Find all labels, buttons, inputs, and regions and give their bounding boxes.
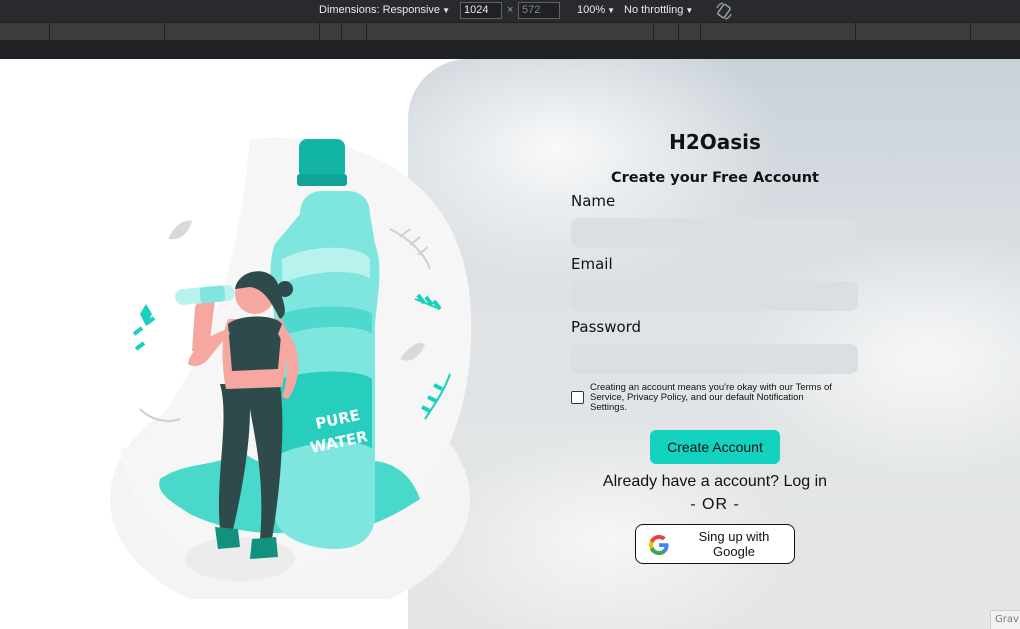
width-input[interactable]: 1024 bbox=[460, 2, 502, 19]
form-subtitle: Create your Free Account bbox=[611, 170, 819, 186]
name-label: Name bbox=[571, 192, 616, 210]
create-account-button[interactable]: Create Account bbox=[650, 430, 780, 464]
terms-checkbox[interactable] bbox=[571, 391, 584, 404]
zoom-dropdown[interactable]: 100% ▼ bbox=[577, 4, 615, 16]
dimensions-dropdown[interactable]: Dimensions: Responsive ▼ bbox=[319, 4, 450, 16]
brand-title: H2Oasis bbox=[669, 130, 761, 154]
google-button-label: Sing up with Google bbox=[698, 529, 770, 559]
page-viewport: PURE WATER H2Oasis Create your Free Acco… bbox=[0, 59, 1020, 629]
rotate-icon[interactable] bbox=[714, 1, 734, 21]
email-label: Email bbox=[571, 255, 613, 273]
password-label: Password bbox=[571, 318, 642, 336]
corner-badge: Grav bbox=[990, 610, 1020, 629]
devtools-spacer bbox=[0, 40, 1020, 59]
media-query-ruler bbox=[0, 22, 1020, 41]
chevron-down-icon: ▼ bbox=[442, 6, 450, 15]
google-icon bbox=[649, 535, 669, 555]
zoom-label: 100% bbox=[577, 4, 606, 16]
login-link[interactable]: Already have a account? Log in bbox=[560, 473, 870, 491]
chevron-down-icon: ▼ bbox=[607, 6, 616, 15]
throttling-dropdown[interactable]: No throttling ▼ bbox=[624, 4, 693, 16]
password-field[interactable] bbox=[571, 344, 858, 374]
google-signup-button[interactable]: Sing up with Google bbox=[635, 524, 795, 564]
terms-text: Creating an account means you're okay wi… bbox=[590, 382, 832, 413]
dimension-separator: × bbox=[507, 4, 514, 16]
signup-form: H2Oasis Create your Free Account Name Em… bbox=[560, 59, 870, 629]
or-divider: - OR - bbox=[690, 496, 740, 513]
height-input[interactable]: 572 bbox=[518, 2, 560, 19]
water-bottle-illustration: PURE WATER bbox=[110, 137, 472, 599]
name-field[interactable] bbox=[571, 218, 858, 248]
dimensions-label: Dimensions: Responsive bbox=[319, 4, 441, 16]
throttling-label: No throttling bbox=[624, 4, 684, 16]
devtools-device-toolbar: Dimensions: Responsive ▼ 1024 × 572 100% ▼… bbox=[0, 0, 1020, 22]
email-field[interactable] bbox=[571, 281, 858, 311]
chevron-down-icon: ▼ bbox=[685, 6, 694, 15]
